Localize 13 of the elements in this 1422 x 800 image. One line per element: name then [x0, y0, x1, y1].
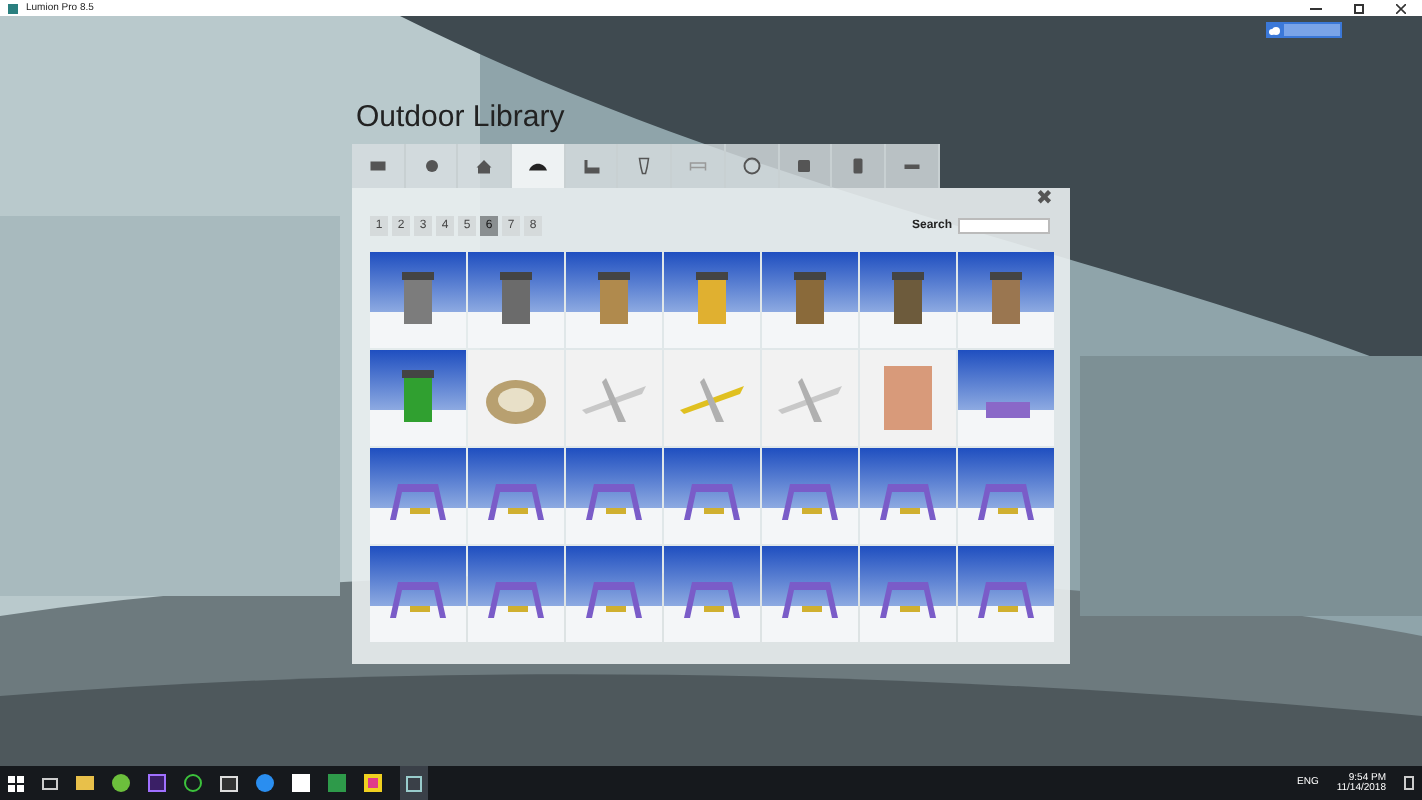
- windows-icon[interactable]: [8, 775, 24, 791]
- power-icon[interactable]: [184, 774, 202, 792]
- colorful-app-icon[interactable]: [364, 774, 382, 792]
- maximize-button[interactable]: [1354, 3, 1364, 13]
- lumion-taskbar-icon[interactable]: [400, 766, 428, 800]
- browser-icon[interactable]: [256, 774, 274, 792]
- app-window-icon[interactable]: [220, 775, 238, 791]
- app-icon: [8, 3, 18, 13]
- minimize-button[interactable]: [1310, 7, 1322, 9]
- task-view-icon[interactable]: [42, 777, 58, 789]
- notification-icon[interactable]: [1404, 776, 1414, 790]
- app-square-icon[interactable]: [148, 774, 166, 792]
- close-icon[interactable]: [1396, 3, 1406, 13]
